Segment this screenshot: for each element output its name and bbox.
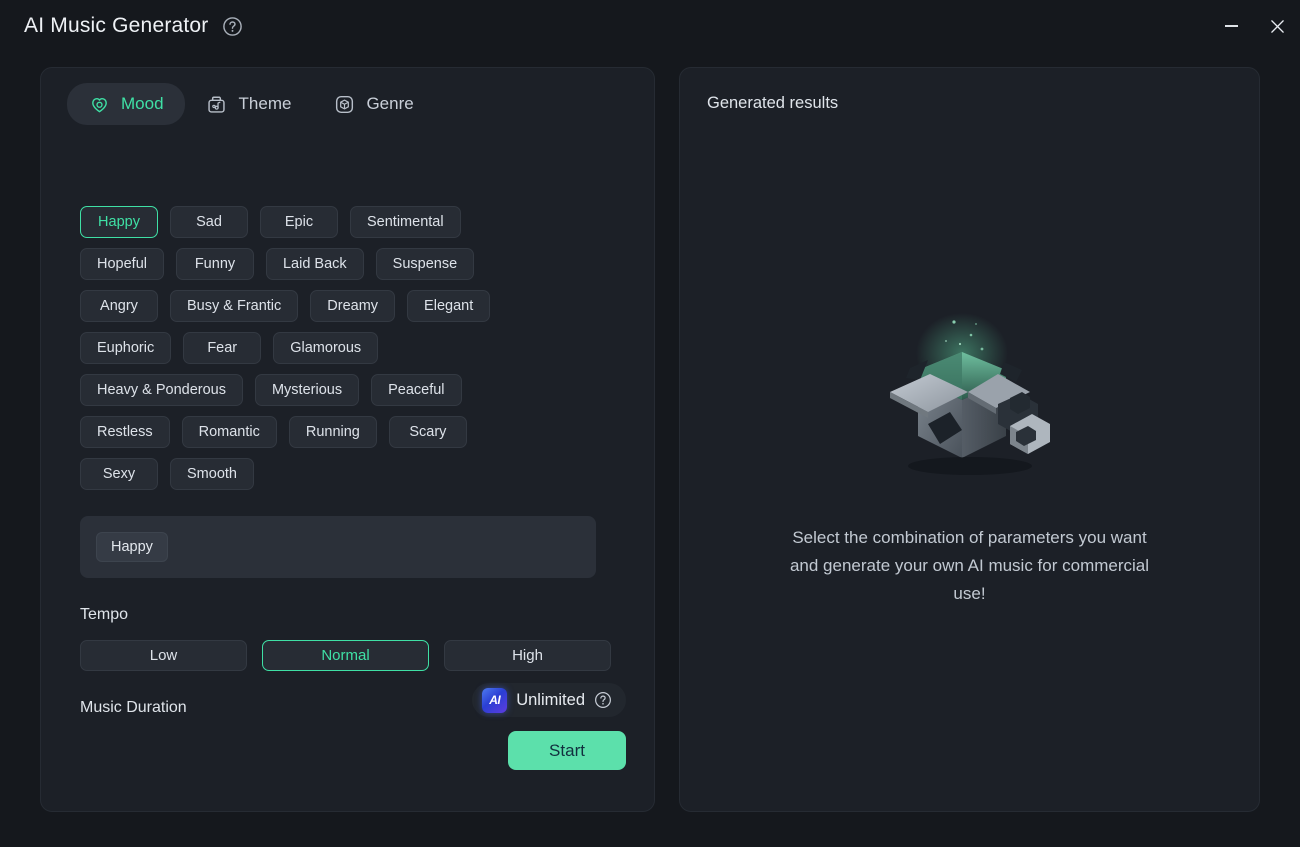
mood-chip[interactable]: Scary <box>389 416 467 448</box>
mood-chip[interactable]: Dreamy <box>310 290 395 322</box>
close-icon <box>1270 19 1285 34</box>
tab-theme-label: Theme <box>239 94 292 114</box>
mood-chip-row: Restless Romantic Running Scary <box>80 416 614 448</box>
mood-chip[interactable]: Sad <box>170 206 248 238</box>
parameters-scroll-area: Happy Sad Epic Sentimental Hopeful Funny Laid … <box>41 136 654 732</box>
tempo-option-normal[interactable]: Normal <box>262 640 429 671</box>
panel-footer: AI Unlimited Start <box>41 731 654 811</box>
mood-chip[interactable]: Sentimental <box>350 206 461 238</box>
mood-chip[interactable]: Angry <box>80 290 158 322</box>
mood-chip[interactable]: Busy & Frantic <box>170 290 298 322</box>
mood-chip-row: Hopeful Funny Laid Back Suspense <box>80 248 614 280</box>
mood-chip[interactable]: Mysterious <box>255 374 359 406</box>
ai-badge-icon: AI <box>482 688 507 713</box>
mood-chip[interactable]: Suspense <box>376 248 475 280</box>
tab-theme[interactable]: Theme <box>185 83 313 125</box>
mood-chip[interactable]: Romantic <box>182 416 277 448</box>
mood-chip[interactable]: Heavy & Ponderous <box>80 374 243 406</box>
mood-chip-row: Sexy Smooth <box>80 458 614 490</box>
cube-icon <box>333 93 355 115</box>
mood-chip-row: Happy Sad Epic Sentimental <box>80 206 614 238</box>
tempo-options: Low Normal High <box>80 640 614 671</box>
mood-chip[interactable]: Happy <box>80 206 158 238</box>
mood-chip[interactable]: Glamorous <box>273 332 378 364</box>
unlimited-badge[interactable]: AI Unlimited <box>472 683 626 717</box>
mood-chip[interactable]: Laid Back <box>266 248 364 280</box>
page-title: AI Music Generator <box>24 14 209 38</box>
start-button[interactable]: Start <box>508 731 626 770</box>
mood-chip-row: Angry Busy & Frantic Dreamy Elegant <box>80 290 614 322</box>
music-box-icon <box>206 93 228 115</box>
title-bar: AI Music Generator <box>0 0 1300 52</box>
empty-state-text: Select the combination of parameters you… <box>780 524 1160 608</box>
unlimited-label: Unlimited <box>516 691 585 710</box>
app-window: AI Music Generator <box>0 0 1300 847</box>
results-title: Generated results <box>707 94 838 113</box>
mood-chip[interactable]: Epic <box>260 206 338 238</box>
mood-chip[interactable]: Elegant <box>407 290 490 322</box>
tab-mood-label: Mood <box>121 94 164 114</box>
close-button[interactable] <box>1254 6 1300 46</box>
tab-mood[interactable]: Mood <box>67 83 185 125</box>
selected-mood-tag[interactable]: Happy <box>96 532 168 562</box>
results-panel: Generated results <box>679 67 1260 812</box>
tempo-option-low[interactable]: Low <box>80 640 247 671</box>
mood-chip-grid: Happy Sad Epic Sentimental Hopeful Funny Laid … <box>80 206 614 490</box>
selected-moods-box[interactable]: Happy <box>80 516 596 578</box>
tab-genre[interactable]: Genre <box>312 83 434 125</box>
open-box-icon <box>870 308 1070 486</box>
mood-chip[interactable]: Restless <box>80 416 170 448</box>
empty-state: Select the combination of parameters you… <box>680 308 1259 608</box>
mood-chip[interactable]: Hopeful <box>80 248 164 280</box>
parameters-panel: Mood Theme <box>40 67 655 812</box>
tab-genre-label: Genre <box>366 94 413 114</box>
unlimited-help-icon[interactable] <box>594 691 612 709</box>
window-controls <box>1208 0 1300 52</box>
mood-chip[interactable]: Fear <box>183 332 261 364</box>
tempo-label: Tempo <box>80 606 614 624</box>
mood-chip[interactable]: Peaceful <box>371 374 461 406</box>
mood-chip[interactable]: Running <box>289 416 377 448</box>
mood-chip[interactable]: Sexy <box>80 458 158 490</box>
tempo-option-high[interactable]: High <box>444 640 611 671</box>
minimize-button[interactable] <box>1208 6 1254 46</box>
minimize-icon <box>1225 25 1238 27</box>
category-tabs: Mood Theme <box>67 83 435 125</box>
mood-chip[interactable]: Funny <box>176 248 254 280</box>
mood-chip[interactable]: Smooth <box>170 458 254 490</box>
mood-chip[interactable]: Euphoric <box>80 332 171 364</box>
mood-chip-row: Euphoric Fear Glamorous <box>80 332 614 364</box>
heart-icon <box>88 93 110 115</box>
title-help-icon[interactable] <box>222 16 243 37</box>
mood-chip-row: Heavy & Ponderous Mysterious Peaceful <box>80 374 614 406</box>
